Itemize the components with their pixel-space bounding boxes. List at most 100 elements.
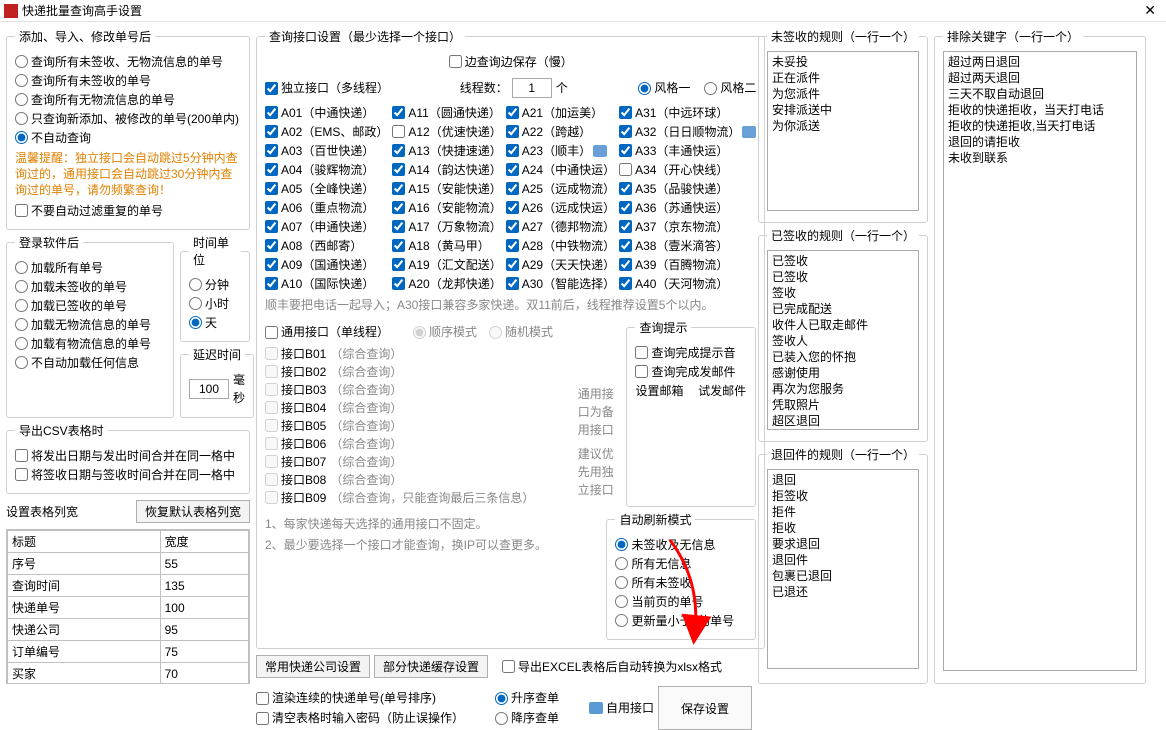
cb-merge-sign-date[interactable]: 将签收日期与签收时间合并在同一格中 — [15, 466, 241, 483]
api-checkbox[interactable]: A22（跨越） — [506, 123, 615, 140]
link-set-mail[interactable]: 设置邮箱 — [635, 382, 683, 400]
api-checkbox[interactable]: A35（品骏快递） — [619, 180, 756, 197]
api-checkbox[interactable]: A07（申通快递） — [265, 218, 388, 235]
bapi-checkbox[interactable]: 接口B06（综合查询） — [265, 435, 565, 452]
api-checkbox[interactable]: A08（西邮寄） — [265, 237, 388, 254]
api-checkbox[interactable]: A06（重点物流） — [265, 199, 388, 216]
radio-load-haslogistics[interactable]: 加载有物流信息的单号 — [15, 335, 165, 352]
radio-refresh-current[interactable]: 当前页的单号 — [615, 593, 747, 610]
api-checkbox[interactable]: A21（加运美） — [506, 104, 615, 121]
radio-refresh-unsigned-noinfo[interactable]: 未签收及无信息 — [615, 536, 747, 553]
api-checkbox[interactable]: A18（黄马甲） — [392, 237, 501, 254]
table-row[interactable]: 快递公司95 — [8, 619, 249, 641]
api-checkbox[interactable]: A40（天河物流） — [619, 275, 756, 292]
cb-merge-send-date[interactable]: 将发出日期与发出时间合并在同一格中 — [15, 447, 241, 464]
radio-refresh-unsigned[interactable]: 所有未签收 — [615, 574, 747, 591]
radio-seq[interactable]: 顺序模式 — [413, 323, 477, 341]
radio-day[interactable]: 天 — [189, 314, 241, 331]
radio-query-new-modified[interactable]: 只查询新添加、被修改的单号(200单内) — [15, 110, 241, 127]
cb-indep-api[interactable]: 独立接口（多线程） — [265, 79, 389, 97]
bapi-checkbox[interactable]: 接口B03（综合查询） — [265, 381, 565, 398]
cb-self-api[interactable]: 自用接口 — [589, 699, 654, 717]
bapi-checkbox[interactable]: 接口B08（综合查询） — [265, 471, 565, 488]
radio-load-signed[interactable]: 加载已签收的单号 — [15, 297, 165, 314]
api-checkbox[interactable]: A04（骏辉物流） — [265, 161, 388, 178]
table-row[interactable]: 买家70 — [8, 663, 249, 685]
bapi-checkbox[interactable]: 接口B09（综合查询，只能查询最后三条信息） — [265, 489, 565, 506]
radio-desc[interactable]: 降序查单 — [495, 709, 585, 727]
btn-cache-setting[interactable]: 部分快递缓存设置 — [374, 655, 488, 678]
cb-continuous[interactable]: 渲染连续的快递单号(单号排序) — [256, 689, 491, 707]
restore-colwidth-button[interactable]: 恢复默认表格列宽 — [136, 500, 250, 523]
cb-common-api[interactable]: 通用接口（单线程） — [265, 323, 389, 341]
table-row[interactable]: 查询时间135 — [8, 575, 249, 597]
api-checkbox[interactable]: A12（优速快递） — [392, 123, 501, 140]
api-checkbox[interactable]: A10（国际快递） — [265, 275, 388, 292]
return-rules-textarea[interactable] — [767, 469, 919, 669]
api-checkbox[interactable]: A30（智能选择） — [506, 275, 615, 292]
api-checkbox[interactable]: A23（顺丰） — [506, 142, 615, 159]
radio-load-none[interactable]: 不自动加载任何信息 — [15, 354, 165, 371]
api-checkbox[interactable]: A02（EMS、邮政） — [265, 123, 388, 140]
api-checkbox[interactable]: A01（中通快递） — [265, 104, 388, 121]
radio-query-nologistics[interactable]: 查询所有无物流信息的单号 — [15, 91, 241, 108]
api-checkbox[interactable]: A26（远成快运） — [506, 199, 615, 216]
api-checkbox[interactable]: A13（快捷速递） — [392, 142, 501, 159]
api-checkbox[interactable]: A15（安能快递） — [392, 180, 501, 197]
api-checkbox[interactable]: A32（日日顺物流） — [619, 123, 756, 140]
radio-hour[interactable]: 小时 — [189, 295, 241, 312]
api-checkbox[interactable]: A36（苏通快运） — [619, 199, 756, 216]
api-checkbox[interactable]: A29（天天快递） — [506, 256, 615, 273]
exclude-keywords-textarea[interactable] — [943, 51, 1137, 671]
table-row[interactable]: 快递单号100 — [8, 597, 249, 619]
api-checkbox[interactable]: A11（圆通快递） — [392, 104, 501, 121]
radio-load-nologistics[interactable]: 加载无物流信息的单号 — [15, 316, 165, 333]
api-checkbox[interactable]: A37（京东物流） — [619, 218, 756, 235]
radio-asc[interactable]: 升序查单 — [495, 689, 585, 707]
signed-rules-textarea[interactable] — [767, 250, 919, 430]
api-checkbox[interactable]: A38（壹米滴答） — [619, 237, 756, 254]
radio-style1[interactable]: 风格一 — [638, 79, 690, 97]
cb-save-while-query[interactable]: 边查询边保存（慢） — [449, 53, 573, 70]
radio-rand[interactable]: 随机模式 — [489, 323, 553, 341]
api-checkbox[interactable]: A34（开心快线） — [619, 161, 756, 178]
api-checkbox[interactable]: A20（龙邦快递） — [392, 275, 501, 292]
bapi-checkbox[interactable]: 接口B01（综合查询） — [265, 345, 565, 362]
radio-style2[interactable]: 风格二 — [704, 79, 756, 97]
radio-minute[interactable]: 分钟 — [189, 276, 241, 293]
api-checkbox[interactable]: A17（万象物流） — [392, 218, 501, 235]
api-checkbox[interactable]: A16（安能物流） — [392, 199, 501, 216]
bapi-checkbox[interactable]: 接口B02（综合查询） — [265, 363, 565, 380]
cb-sound[interactable]: 查询完成提示音 — [635, 344, 747, 361]
unsigned-rules-textarea[interactable] — [767, 51, 919, 211]
api-checkbox[interactable]: A39（百腾物流） — [619, 256, 756, 273]
api-checkbox[interactable]: A09（国通快递） — [265, 256, 388, 273]
delay-input[interactable] — [189, 379, 229, 399]
radio-load-unsigned[interactable]: 加载未签收的单号 — [15, 278, 165, 295]
api-checkbox[interactable]: A25（远成物流） — [506, 180, 615, 197]
cb-mail[interactable]: 查询完成发邮件 — [635, 363, 747, 380]
radio-refresh-lt3[interactable]: 更新量小于3的单号 — [615, 612, 747, 629]
bapi-checkbox[interactable]: 接口B07（综合查询） — [265, 453, 565, 470]
table-row[interactable]: 订单编号75 — [8, 641, 249, 663]
api-checkbox[interactable]: A14（韵达快递） — [392, 161, 501, 178]
api-checkbox[interactable]: A03（百世快递） — [265, 142, 388, 159]
api-checkbox[interactable]: A05（全峰快递） — [265, 180, 388, 197]
radio-load-all[interactable]: 加载所有单号 — [15, 259, 165, 276]
radio-refresh-noinfo[interactable]: 所有无信息 — [615, 555, 747, 572]
btn-common-company[interactable]: 常用快递公司设置 — [256, 655, 370, 678]
threads-input[interactable] — [512, 78, 552, 98]
bapi-checkbox[interactable]: 接口B05（综合查询） — [265, 417, 565, 434]
api-checkbox[interactable]: A33（丰通快运） — [619, 142, 756, 159]
link-test-mail[interactable]: 试发邮件 — [698, 382, 746, 400]
bapi-checkbox[interactable]: 接口B04（综合查询） — [265, 399, 565, 416]
cb-xlsx[interactable]: 导出EXCEL表格后自动转换为xlsx格式 — [502, 658, 722, 676]
cb-no-filter-dup[interactable]: 不要自动过滤重复的单号 — [15, 202, 241, 219]
api-checkbox[interactable]: A19（汇文配送） — [392, 256, 501, 273]
close-icon[interactable]: ✕ — [1138, 2, 1162, 19]
table-row[interactable]: 序号55 — [8, 553, 249, 575]
radio-query-unsigned[interactable]: 查询所有未签收的单号 — [15, 72, 241, 89]
radio-query-unsigned-nologistics[interactable]: 查询所有未签收、无物流信息的单号 — [15, 53, 241, 70]
api-checkbox[interactable]: A31（中远环球） — [619, 104, 756, 121]
radio-no-auto-query[interactable]: 不自动查询 — [15, 129, 241, 146]
